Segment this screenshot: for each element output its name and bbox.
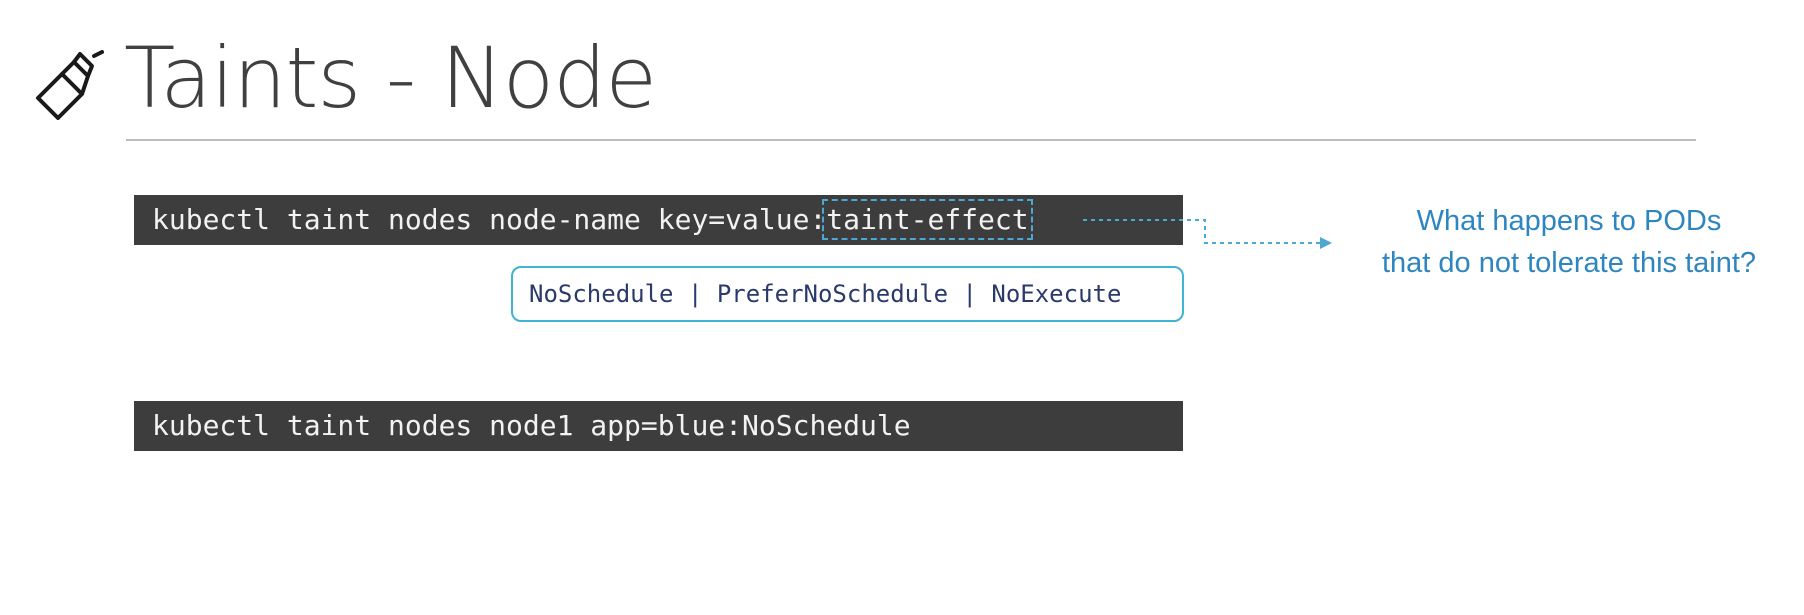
taint-effect-options: NoSchedule | PreferNoSchedule | NoExecut… [511, 266, 1184, 322]
command-example: kubectl taint nodes node1 app=blue:NoSch… [134, 401, 1183, 451]
question-callout: What happens to PODs that do not tolerat… [1334, 200, 1804, 284]
taint-effect-placeholder: taint-effect [822, 199, 1033, 240]
page-title: Taints - Node [124, 29, 657, 127]
spray-bottle-icon [36, 50, 104, 120]
connector-arrow [1083, 219, 1332, 249]
question-line-2: that do not tolerate this taint? [1381, 247, 1757, 279]
title-divider [126, 139, 1696, 141]
question-line-1: What happens to PODs [1416, 205, 1722, 237]
command-generic: kubectl taint nodes node-name key=value:… [134, 195, 1183, 245]
command-generic-prefix: kubectl taint nodes node-name key=value: [152, 203, 827, 236]
